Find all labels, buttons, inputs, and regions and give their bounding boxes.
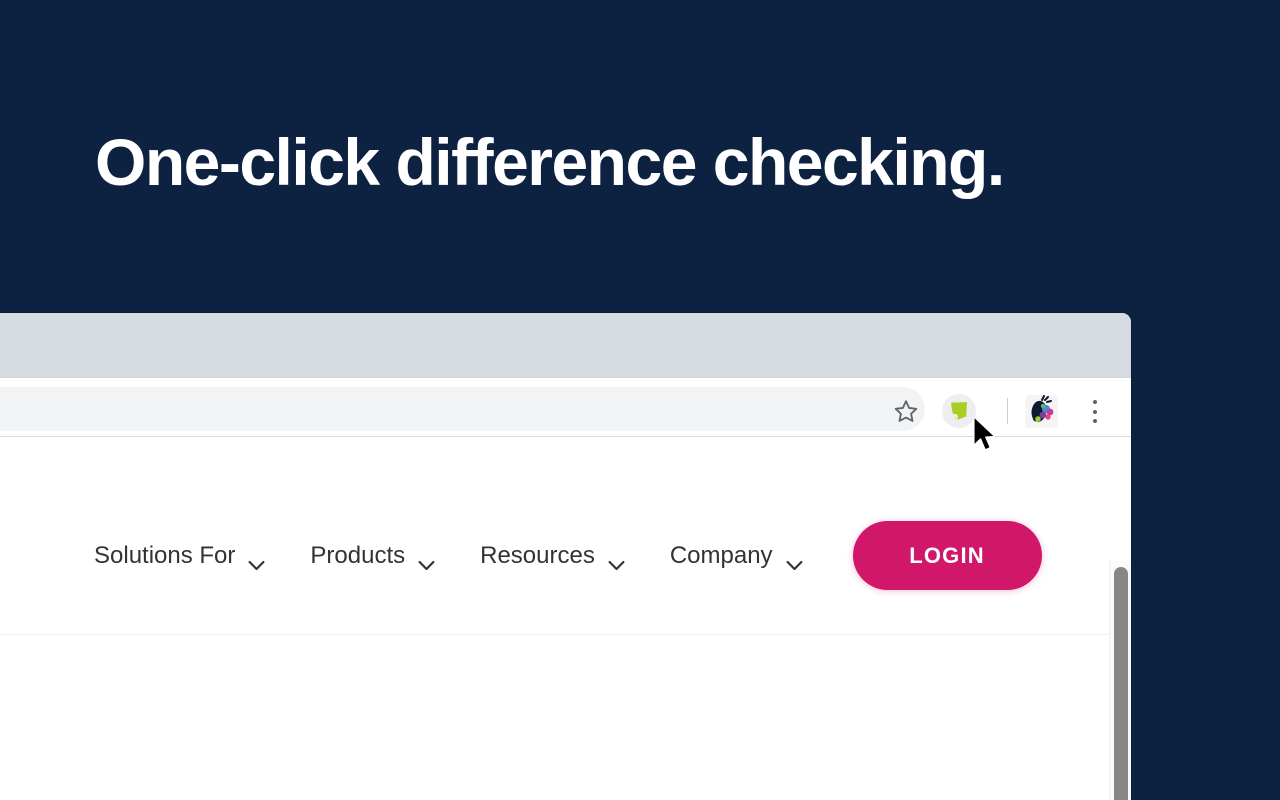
nav-item-company[interactable]: Company	[669, 541, 803, 571]
address-bar[interactable]	[0, 387, 925, 431]
chevron-down-icon	[786, 550, 803, 571]
bookmark-star-icon[interactable]	[893, 398, 919, 424]
chevron-down-icon	[608, 550, 625, 571]
avatar[interactable]	[1025, 395, 1058, 428]
page-scrollbar-thumb[interactable]	[1114, 567, 1128, 800]
green-leaf-extension-icon[interactable]	[942, 394, 976, 428]
nav-item-label: Resources	[480, 541, 595, 569]
nav-item-resources[interactable]: Resources	[480, 541, 625, 571]
chevron-down-icon	[418, 550, 435, 571]
login-button[interactable]: LOGIN	[852, 521, 1042, 590]
nav-item-list: Solutions For Products Resources Company…	[94, 521, 1042, 590]
nav-item-solutions-for[interactable]: Solutions For	[94, 541, 265, 571]
web-page-content: Solutions For Products Resources Company…	[0, 437, 1131, 800]
nav-item-label: Solutions For	[94, 541, 236, 569]
toolbar-divider	[1007, 398, 1008, 424]
page-scrollbar-track[interactable]	[1109, 561, 1131, 800]
browser-window: Solutions For Products Resources Company…	[0, 313, 1131, 800]
nav-item-products[interactable]: Products	[310, 541, 435, 571]
three-dot-menu-icon[interactable]	[1092, 400, 1097, 423]
chevron-down-icon	[248, 550, 265, 571]
browser-toolbar	[0, 378, 1131, 437]
nav-item-label: Products	[310, 541, 406, 569]
browser-tab-strip[interactable]	[0, 313, 1131, 378]
screenshot-root: One-click difference checking. Solutions…	[0, 0, 1280, 800]
site-navigation-bar: Solutions For Products Resources Company…	[0, 437, 1131, 635]
page-title: One-click difference checking.	[95, 125, 1005, 199]
nav-item-label: Company	[669, 541, 773, 569]
